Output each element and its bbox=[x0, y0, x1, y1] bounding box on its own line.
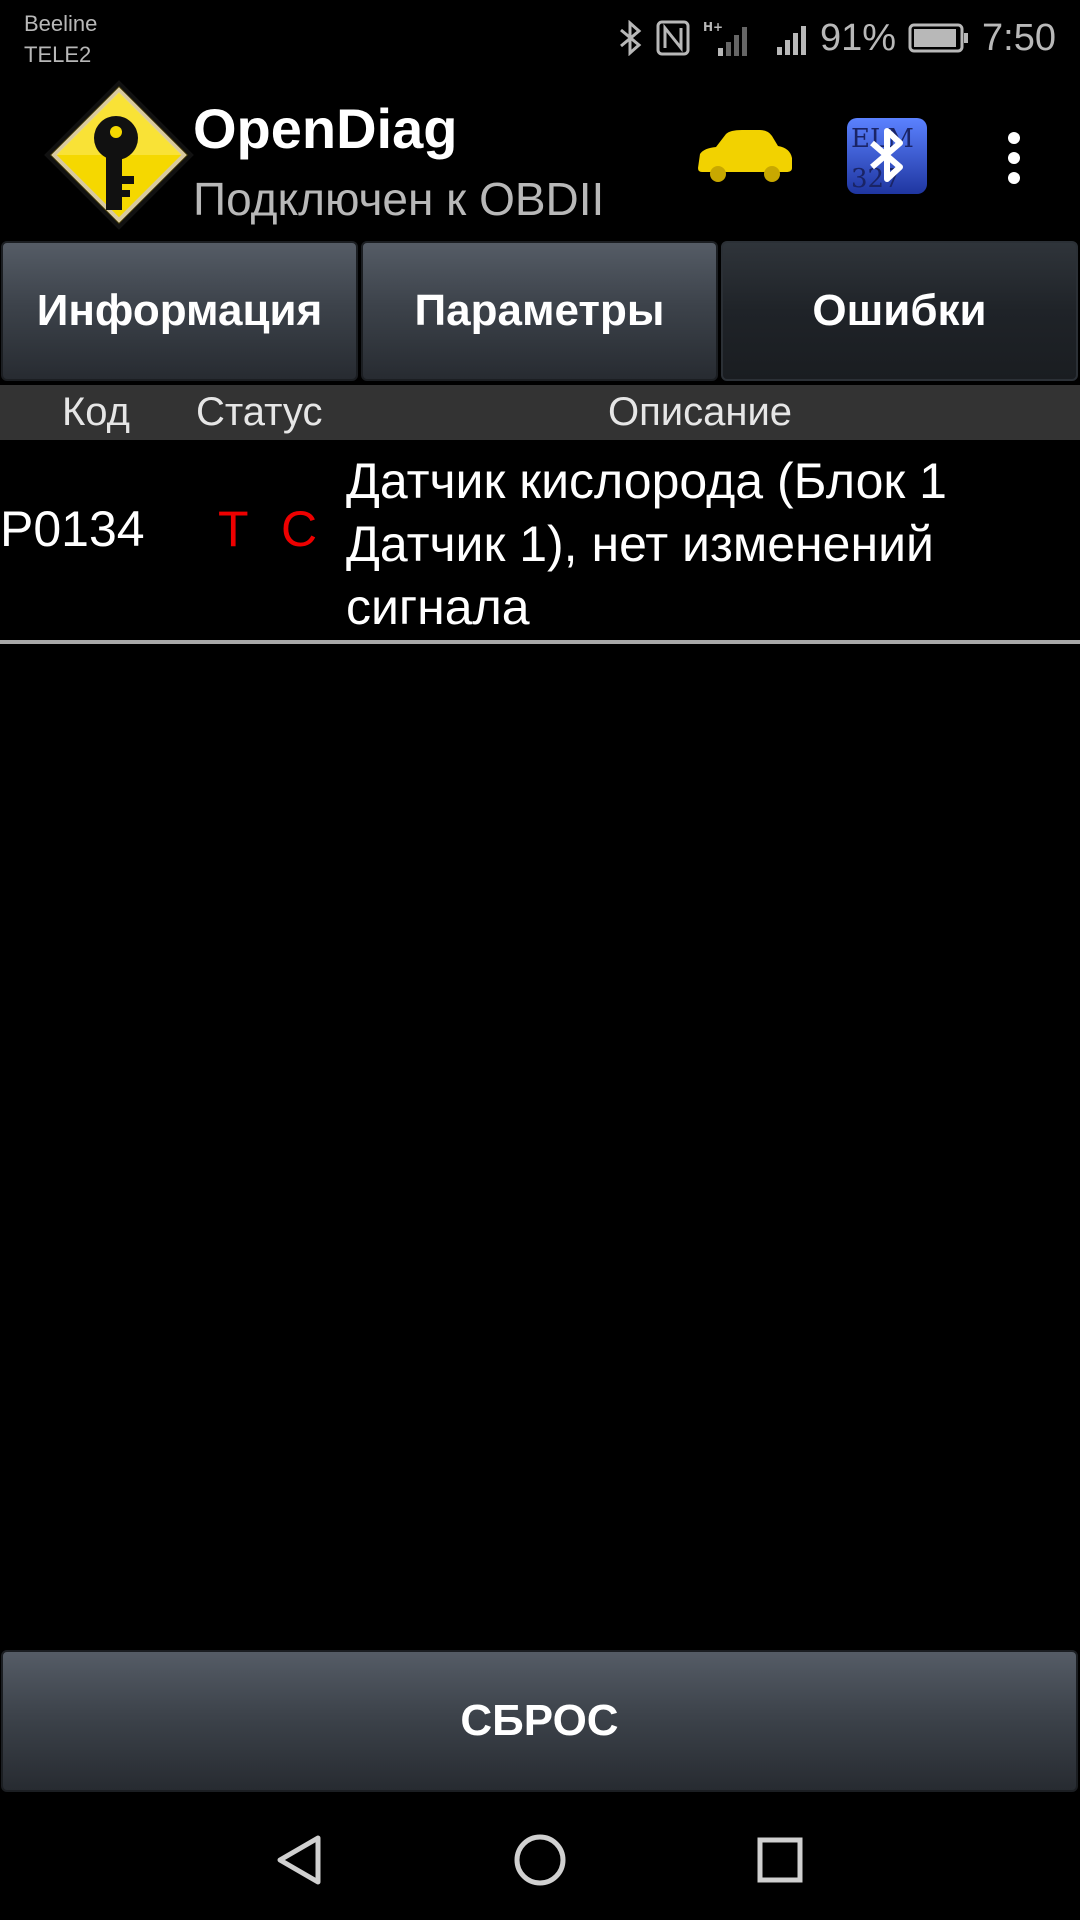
battery-icon bbox=[908, 22, 970, 54]
error-code: P0134 bbox=[0, 501, 145, 557]
status-flag-c: C bbox=[281, 501, 318, 557]
table-header: Код Статус Описание bbox=[0, 385, 1080, 440]
column-header-code: Код bbox=[62, 390, 131, 434]
tab-parameters-label: Параметры bbox=[414, 286, 665, 335]
app-key-logo-icon bbox=[44, 80, 194, 230]
row-divider bbox=[0, 640, 1080, 644]
signal-strength-icon bbox=[776, 20, 812, 56]
recents-icon[interactable] bbox=[750, 1830, 810, 1890]
tab-parameters[interactable]: Параметры bbox=[361, 241, 718, 381]
tab-errors[interactable]: Ошибки bbox=[721, 241, 1078, 381]
tab-errors-label: Ошибки bbox=[812, 286, 987, 335]
carrier-2: TELE2 bbox=[24, 42, 92, 67]
car-icon[interactable] bbox=[694, 128, 794, 184]
svg-text:327: 327 bbox=[851, 164, 901, 194]
svg-text:H+: H+ bbox=[703, 20, 723, 34]
battery-percent: 91% bbox=[819, 16, 897, 59]
status-icons: H+ 91% 7:50 bbox=[606, 10, 1056, 66]
connection-status: Подключен к OBDII bbox=[193, 173, 605, 225]
home-icon[interactable] bbox=[510, 1830, 570, 1890]
bluetooth-elm327-icon[interactable]: ELM 327 bbox=[846, 117, 928, 195]
tab-information[interactable]: Информация bbox=[1, 241, 358, 381]
tab-information-label: Информация bbox=[36, 286, 323, 335]
reset-button[interactable]: СБРОС bbox=[1, 1650, 1078, 1792]
status-flag-t: T bbox=[218, 501, 249, 557]
error-description: Датчик кислорода (Блок 1 Датчик 1), нет … bbox=[346, 453, 947, 635]
carrier-1: Beeline bbox=[24, 11, 98, 36]
reset-button-label: СБРОС bbox=[460, 1696, 619, 1745]
signal-hplus-icon: H+ bbox=[702, 18, 754, 58]
clock: 7:50 bbox=[982, 16, 1056, 59]
back-icon[interactable] bbox=[270, 1830, 330, 1890]
column-header-description: Описание bbox=[608, 390, 793, 434]
overflow-menu-icon[interactable] bbox=[994, 120, 1034, 200]
carrier-info: Beeline TELE2 bbox=[24, 8, 97, 70]
nfc-icon bbox=[656, 20, 690, 56]
app-title: OpenDiag bbox=[193, 97, 458, 160]
table-row[interactable]: P0134 T C Датчик кислорода (Блок 1 Датчи… bbox=[0, 440, 1080, 640]
column-header-status: Статус bbox=[196, 390, 323, 434]
bluetooth-status-icon bbox=[618, 20, 644, 56]
